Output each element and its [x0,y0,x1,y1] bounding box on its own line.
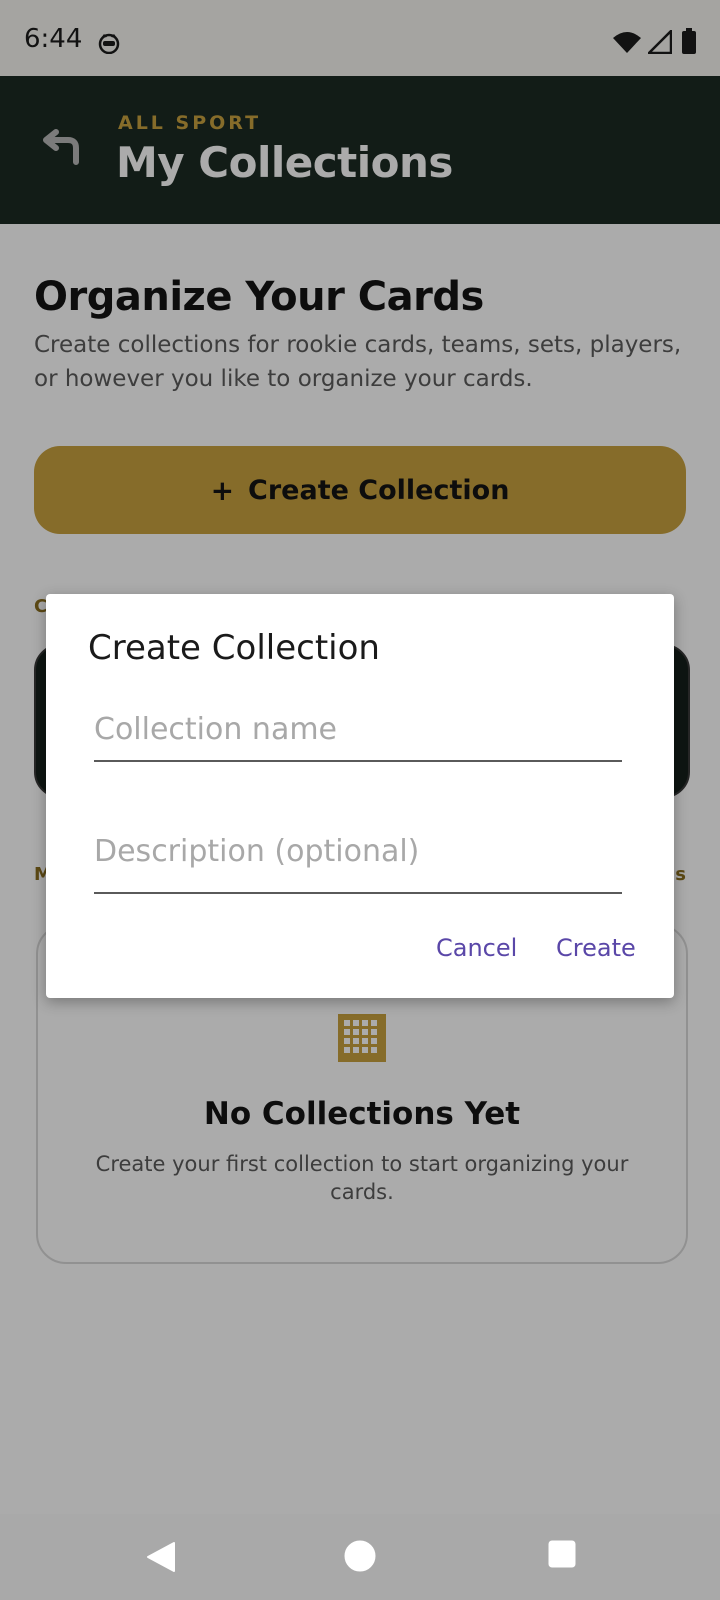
system-nav-bar [0,1514,720,1600]
create-button[interactable]: Create [556,934,636,962]
dialog-title: Create Collection [88,628,380,668]
collection-name-input[interactable] [94,706,622,762]
back-triangle-icon[interactable] [144,1540,178,1574]
create-collection-dialog: Create Collection Cancel Create [46,594,674,998]
cancel-button[interactable]: Cancel [436,934,517,962]
collection-description-input[interactable] [94,818,622,894]
screen: 6:44 ALL SPORT My Collections Organize Y… [0,0,720,1600]
home-circle-icon[interactable] [344,1540,376,1572]
recents-square-icon[interactable] [548,1540,576,1568]
